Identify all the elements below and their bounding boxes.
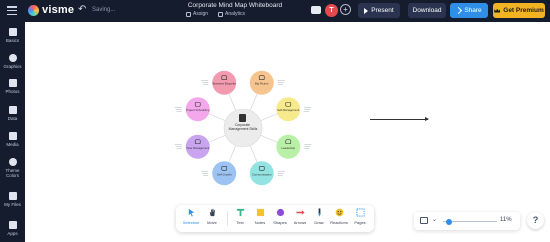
cursor-icon: [188, 208, 194, 217]
analytics-label: Analytics: [225, 11, 246, 17]
sidebar-item-label: Photos: [5, 89, 20, 94]
present-button[interactable]: Present: [358, 3, 400, 18]
toolbar-divider: [227, 211, 228, 226]
undo-icon[interactable]: ↶: [78, 4, 86, 15]
left-sidebar: Basics Graphics Photos Data Media Theme …: [0, 22, 25, 242]
assign-icon: [186, 11, 191, 17]
share-icon: [455, 6, 463, 15]
tool-selection[interactable]: Selection: [182, 208, 200, 225]
tool-reactions[interactable]: Reactions: [330, 208, 348, 225]
mind-map-node-label: Communication: [252, 172, 272, 176]
tool-draw[interactable]: Draw: [310, 208, 328, 225]
analytics-icon: [218, 11, 224, 17]
photos-icon: [8, 79, 17, 87]
text-icon: [236, 208, 244, 217]
minimap-icon[interactable]: [420, 217, 428, 224]
sidebar-item-label: My Files: [4, 202, 21, 207]
download-label: Download: [412, 7, 442, 14]
share-button[interactable]: Share: [450, 3, 488, 18]
document-title[interactable]: Corporate Mind Map Whiteboard: [180, 2, 290, 9]
tool-label: Shapes: [273, 220, 287, 225]
emoji-icon: [335, 208, 343, 217]
tool-label: Pages: [354, 220, 366, 225]
zoom-slider-handle[interactable]: [445, 218, 452, 225]
tool-arrows[interactable]: Arrows: [291, 208, 309, 225]
play-icon: [364, 7, 369, 14]
tool-pages[interactable]: Pages: [351, 208, 369, 225]
visme-logo[interactable]: visme: [28, 4, 74, 16]
get-premium-button[interactable]: Get Premium: [493, 3, 545, 18]
arrow-icon: [295, 210, 305, 215]
mind-map-node-label: Business Etiquette: [213, 82, 237, 86]
sidebar-item-photos[interactable]: Photos: [0, 79, 25, 94]
tool-label: Arrows: [293, 220, 307, 225]
pen-icon: [317, 208, 321, 217]
sidebar-item-my-files[interactable]: My Files: [0, 192, 25, 207]
sidebar-item-label: Theme Colors: [5, 168, 20, 178]
palette-icon: [8, 158, 17, 166]
zoom-panel: ⌄ 11%: [414, 212, 520, 230]
graphics-icon: [8, 54, 17, 62]
mind-map-node-label: Big Picture: [255, 82, 269, 86]
zoom-slider[interactable]: [443, 218, 497, 225]
tool-label: Notes: [254, 220, 266, 225]
assign-link[interactable]: Assign: [186, 11, 208, 17]
comment-icon[interactable]: [311, 6, 321, 14]
download-button[interactable]: Download: [408, 3, 446, 18]
apps-icon: [8, 221, 17, 229]
sidebar-item-media[interactable]: Media: [0, 132, 25, 147]
tool-label: Reactions: [330, 220, 348, 225]
drawn-arrow[interactable]: [370, 117, 429, 121]
tool-label: Move: [207, 220, 217, 225]
avatar[interactable]: T: [325, 4, 338, 17]
tool-label: Selection: [182, 220, 200, 225]
basics-icon: [8, 28, 17, 36]
app-name: visme: [42, 4, 75, 16]
sidebar-item-graphics[interactable]: Graphics: [0, 54, 25, 69]
folder-icon: [8, 192, 17, 200]
zoom-level: 11%: [500, 217, 512, 223]
save-status: Saving...: [92, 7, 116, 13]
shapes-icon: [276, 208, 284, 217]
sidebar-item-label: Data: [7, 116, 18, 121]
sidebar-item-data[interactable]: Data: [0, 106, 25, 121]
bottom-toolbar: Selection Move Text Notes Shapes Arrows …: [176, 205, 374, 232]
sticky-note-icon: [256, 208, 264, 217]
premium-label: Get Premium: [503, 7, 544, 14]
mind-map-node-label: Leadership: [281, 146, 295, 150]
chevron-down-icon[interactable]: ⌄: [432, 216, 437, 223]
menu-icon[interactable]: [7, 6, 17, 15]
mind-map-node-label: Project Scheduling: [186, 108, 210, 112]
mind-map-node-label: Self-Management: [277, 108, 299, 112]
tool-text[interactable]: Text: [231, 208, 249, 225]
tool-shapes[interactable]: Shapes: [271, 208, 289, 225]
data-icon: [8, 106, 17, 114]
sidebar-item-label: Graphics: [3, 64, 22, 69]
add-collaborator-button[interactable]: +: [340, 4, 351, 15]
sidebar-item-basics[interactable]: Basics: [0, 28, 25, 43]
present-label: Present: [371, 7, 394, 14]
top-bar: visme ↶ Saving... Corporate Mind Map Whi…: [0, 0, 550, 22]
analytics-link[interactable]: Analytics: [218, 11, 245, 17]
tool-notes[interactable]: Notes: [251, 208, 269, 225]
visme-logo-icon: [28, 4, 39, 16]
assign-label: Assign: [193, 11, 209, 17]
tool-label: Draw: [314, 220, 324, 225]
media-icon: [8, 132, 17, 140]
sidebar-item-apps[interactable]: Apps: [0, 221, 25, 236]
sidebar-item-theme-colors[interactable]: Theme Colors: [0, 158, 25, 178]
hand-icon: [209, 208, 215, 217]
sidebar-item-label: Basics: [5, 38, 20, 43]
share-label: Share: [464, 7, 482, 14]
help-button[interactable]: ?: [527, 212, 544, 229]
document-icon: [239, 114, 246, 122]
sidebar-item-label: Media: [6, 142, 19, 147]
mind-map-node-label: Self-Growth: [217, 172, 232, 176]
crown-icon: [494, 8, 501, 13]
mind-map-node-label: Time Management: [186, 146, 209, 150]
tool-move[interactable]: Move: [203, 208, 221, 225]
tool-label: Text: [236, 220, 244, 225]
pages-icon: [355, 208, 365, 217]
sidebar-item-label: Apps: [7, 231, 18, 236]
